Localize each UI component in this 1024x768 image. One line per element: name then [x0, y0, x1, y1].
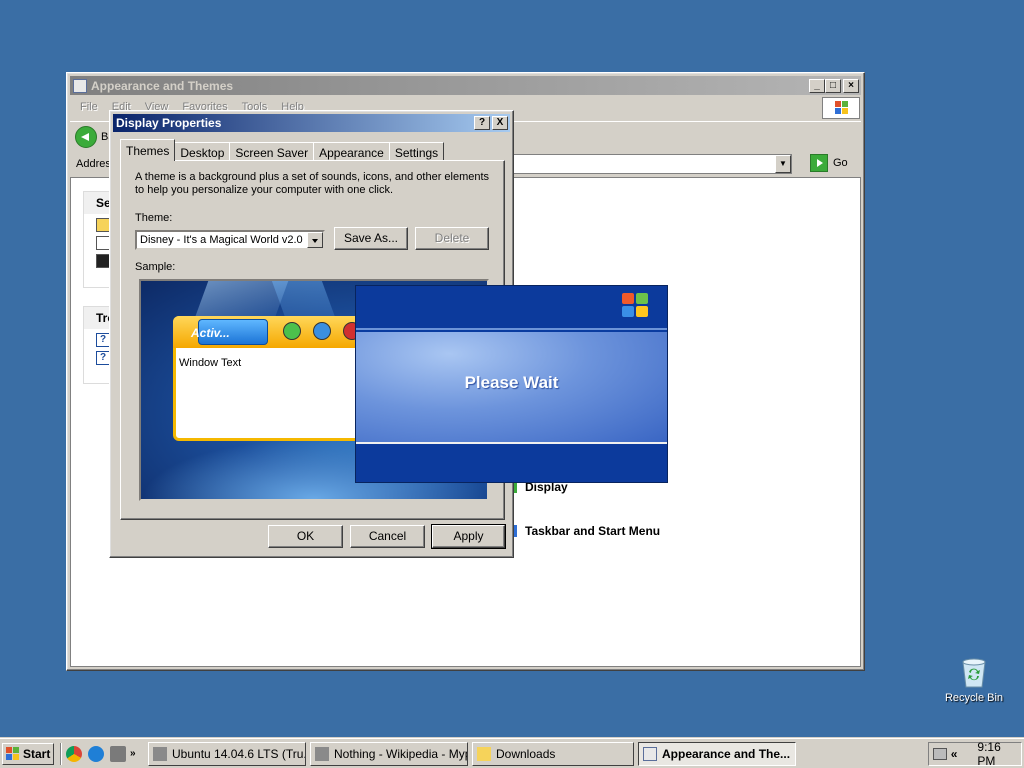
task-downloads-label: Downloads — [496, 747, 556, 761]
dialog-title: Display Properties — [116, 116, 222, 130]
mypal-icon[interactable] — [110, 745, 126, 762]
dialog-titlebar[interactable]: Display Properties ? X — [113, 114, 510, 132]
taskbar-separator — [60, 742, 62, 765]
tab-screen-saver[interactable]: Screen Saver — [229, 142, 315, 161]
troubleshooters-heading: Tro — [84, 307, 115, 329]
apply-button[interactable]: Apply — [431, 524, 506, 549]
sample-window-title: Activ... — [191, 326, 230, 340]
tab-desktop[interactable]: Desktop — [174, 142, 231, 161]
task-appearance-themes-label: Appearance and The... — [662, 747, 791, 761]
control-panel-icon — [73, 78, 87, 93]
mypal-icon — [315, 747, 329, 761]
task-wikipedia-label: Nothing - Wikipedia - Mypal — [334, 747, 468, 761]
tab-themes[interactable]: Themes — [120, 139, 176, 161]
quicklaunch-chevron[interactable]: » — [130, 748, 136, 759]
recycle-bin-icon — [962, 658, 986, 688]
minimize-button[interactable]: _ — [809, 78, 825, 93]
virtualbox-icon — [153, 747, 167, 761]
help-icon[interactable]: ? — [96, 333, 110, 347]
folder-icon[interactable] — [96, 218, 110, 232]
theme-select-value: Disney - It's a Magical World v2.0 — [140, 234, 303, 246]
theme-select[interactable]: Disney - It's a Magical World v2.0 — [135, 230, 325, 250]
theme-label: Theme: — [135, 212, 173, 224]
please-wait-splash: Please Wait — [355, 285, 668, 483]
sample-window: Activ... Window Text — [173, 316, 373, 441]
start-button[interactable]: Start — [2, 742, 54, 765]
restore-icon — [313, 322, 331, 340]
close-button[interactable]: × — [843, 78, 859, 93]
chrome-icon[interactable] — [66, 745, 82, 762]
sample-window-text: Window Text — [179, 357, 242, 369]
go-button[interactable]: Go — [810, 154, 848, 172]
back-arrow-icon[interactable] — [75, 125, 97, 148]
maximize-button[interactable]: □ — [825, 78, 841, 93]
go-arrow-icon — [810, 154, 828, 172]
tab-appearance[interactable]: Appearance — [313, 142, 390, 161]
menu-file[interactable]: File — [80, 101, 98, 113]
taskbar: Start » Ubuntu 14.04.6 LTS (Tru... Nothi… — [0, 738, 1024, 768]
windows-logo-icon — [622, 293, 650, 319]
help-button[interactable]: ? — [474, 116, 490, 130]
dialog-close-button[interactable]: X — [492, 116, 508, 130]
start-label: Start — [23, 746, 51, 761]
task-ubuntu[interactable]: Ubuntu 14.04.6 LTS (Tru... — [148, 742, 306, 766]
task-appearance-themes[interactable]: Appearance and The... — [638, 742, 796, 766]
delete-button[interactable]: Delete — [415, 227, 489, 250]
accessibility-icon[interactable] — [96, 254, 110, 268]
taskbar-task-label: Taskbar and Start Menu — [525, 524, 661, 538]
see-also-heading: Se — [84, 192, 112, 214]
explorer-titlebar[interactable]: Appearance and Themes _ □ × — [70, 76, 861, 95]
sample-window-titlebar: Activ... — [173, 316, 373, 348]
save-as-button[interactable]: Save As... — [334, 227, 408, 250]
go-label: Go — [833, 157, 848, 169]
themes-description: A theme is a background plus a set of so… — [135, 171, 490, 196]
mouse-pointer-icon[interactable] — [96, 236, 110, 250]
address-input[interactable]: ▼ — [510, 154, 792, 174]
chevron-down-icon[interactable] — [307, 232, 323, 248]
keyboard-icon[interactable] — [933, 748, 947, 760]
tab-strip: Themes Desktop Screen Saver Appearance S… — [120, 139, 445, 161]
help-icon[interactable]: ? — [96, 351, 110, 365]
task-wikipedia[interactable]: Nothing - Wikipedia - Mypal — [310, 742, 468, 766]
minimize-icon — [283, 322, 301, 340]
cancel-button[interactable]: Cancel — [350, 525, 425, 548]
windows-logo-icon — [822, 97, 860, 119]
taskbar-task-link[interactable]: Taskbar and Start Menu — [507, 524, 660, 538]
tab-settings[interactable]: Settings — [388, 142, 445, 161]
task-downloads[interactable]: Downloads — [472, 742, 634, 766]
recycle-bin[interactable]: Recycle Bin — [938, 656, 1010, 704]
system-tray: « 9:16 PM — [928, 740, 1022, 768]
address-dropdown-button[interactable]: ▼ — [775, 155, 791, 173]
recycle-bin-label: Recycle Bin — [944, 692, 1004, 704]
sample-label: Sample: — [135, 261, 176, 273]
explorer-title: Appearance and Themes — [91, 78, 234, 93]
desktop: Recycle Bin Appearance and Themes _ □ × … — [0, 0, 1024, 738]
ok-button[interactable]: OK — [268, 525, 343, 548]
please-wait-text: Please Wait — [464, 373, 559, 392]
task-ubuntu-label: Ubuntu 14.04.6 LTS (Tru... — [172, 747, 306, 761]
tray-chevron[interactable]: « — [951, 747, 958, 761]
windows-logo-icon — [6, 746, 20, 761]
folder-icon — [477, 747, 491, 761]
control-panel-icon — [643, 747, 657, 761]
internet-explorer-icon[interactable] — [88, 745, 104, 762]
clock[interactable]: 9:16 PM — [977, 740, 1021, 768]
